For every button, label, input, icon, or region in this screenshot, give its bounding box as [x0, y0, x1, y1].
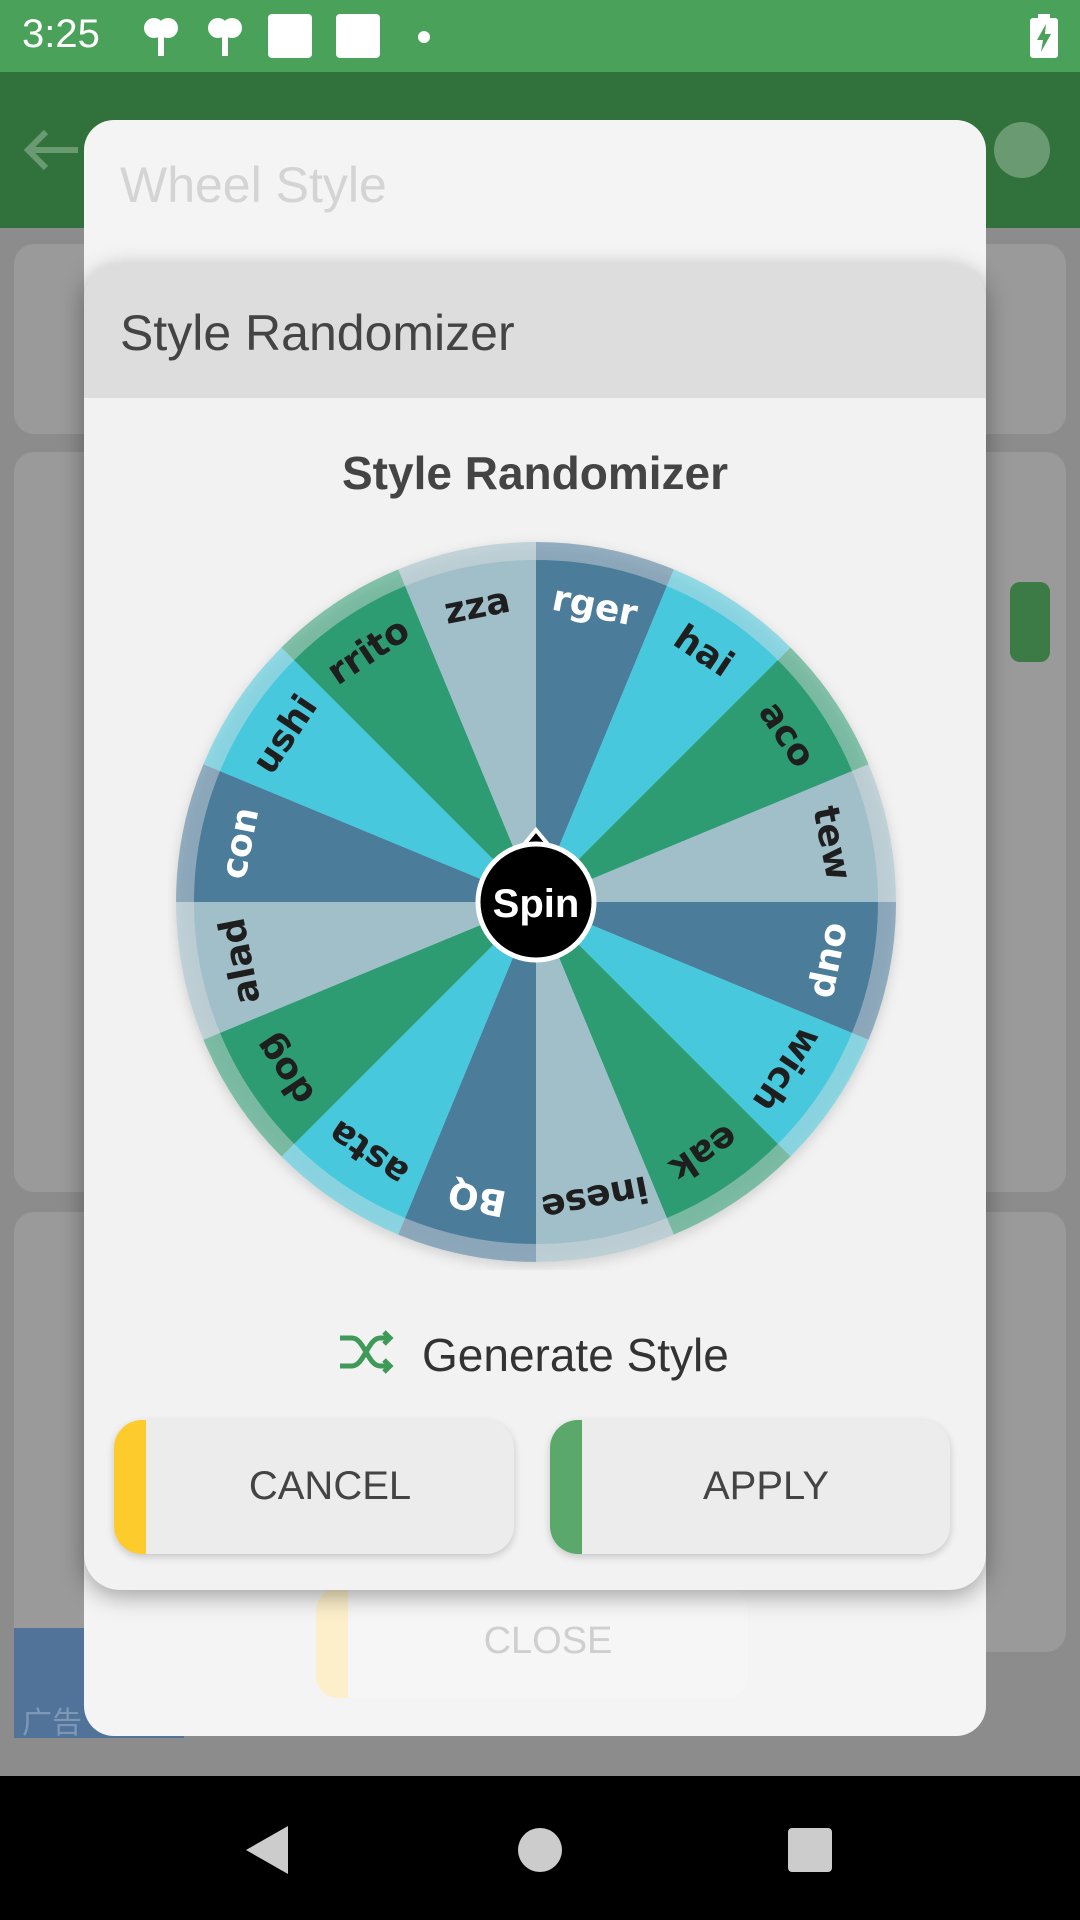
close-button[interactable]: CLOSE: [316, 1588, 748, 1698]
navigation-bar: [0, 1776, 1080, 1920]
status-bar: 3:25: [0, 0, 1080, 72]
notification-icon: [268, 14, 312, 58]
bg-toggle: [1010, 582, 1050, 662]
wheel-title: Style Randomizer: [342, 447, 728, 499]
apply-button-label: APPLY: [703, 1464, 829, 1508]
ad-label: 广告: [22, 1707, 82, 1740]
back-arrow-icon: [24, 129, 78, 171]
shuffle-icon: [340, 1330, 394, 1374]
generate-style-label: Generate Style: [422, 1329, 729, 1381]
close-button-stripe: [316, 1588, 348, 1698]
home-icon[interactable]: [518, 1828, 562, 1872]
spin-wheel[interactable]: rgerhaiacotewoupwicheakineseBQastadogala…: [168, 534, 904, 1270]
spin-label: Spin: [493, 882, 580, 926]
dialog-header-title: Style Randomizer: [120, 305, 515, 361]
notification-icon: [336, 14, 380, 58]
generate-style-button[interactable]: Generate Style: [334, 1320, 729, 1384]
back-icon[interactable]: [244, 1826, 290, 1874]
play-icon: [994, 122, 1050, 178]
dialog-header: Style Randomizer: [84, 264, 986, 398]
battery-charging-icon: [1030, 14, 1058, 58]
dot-icon: [418, 31, 430, 43]
style-randomizer-dialog: Style Randomizer Style Randomizer rger ha…: [84, 264, 986, 1590]
notification-icon: [144, 18, 178, 56]
close-button-label: CLOSE: [483, 1620, 613, 1662]
apply-button-stripe: [550, 1420, 582, 1554]
recents-icon[interactable]: [788, 1828, 832, 1872]
cancel-button[interactable]: CANCEL: [114, 1420, 514, 1554]
notification-icon: [208, 18, 242, 56]
cancel-button-stripe: [114, 1420, 146, 1554]
cancel-button-label: CANCEL: [248, 1464, 412, 1508]
outer-dialog-title: Wheel Style: [120, 157, 387, 213]
status-time: 3:25: [22, 12, 100, 56]
apply-button[interactable]: APPLY: [550, 1420, 950, 1554]
